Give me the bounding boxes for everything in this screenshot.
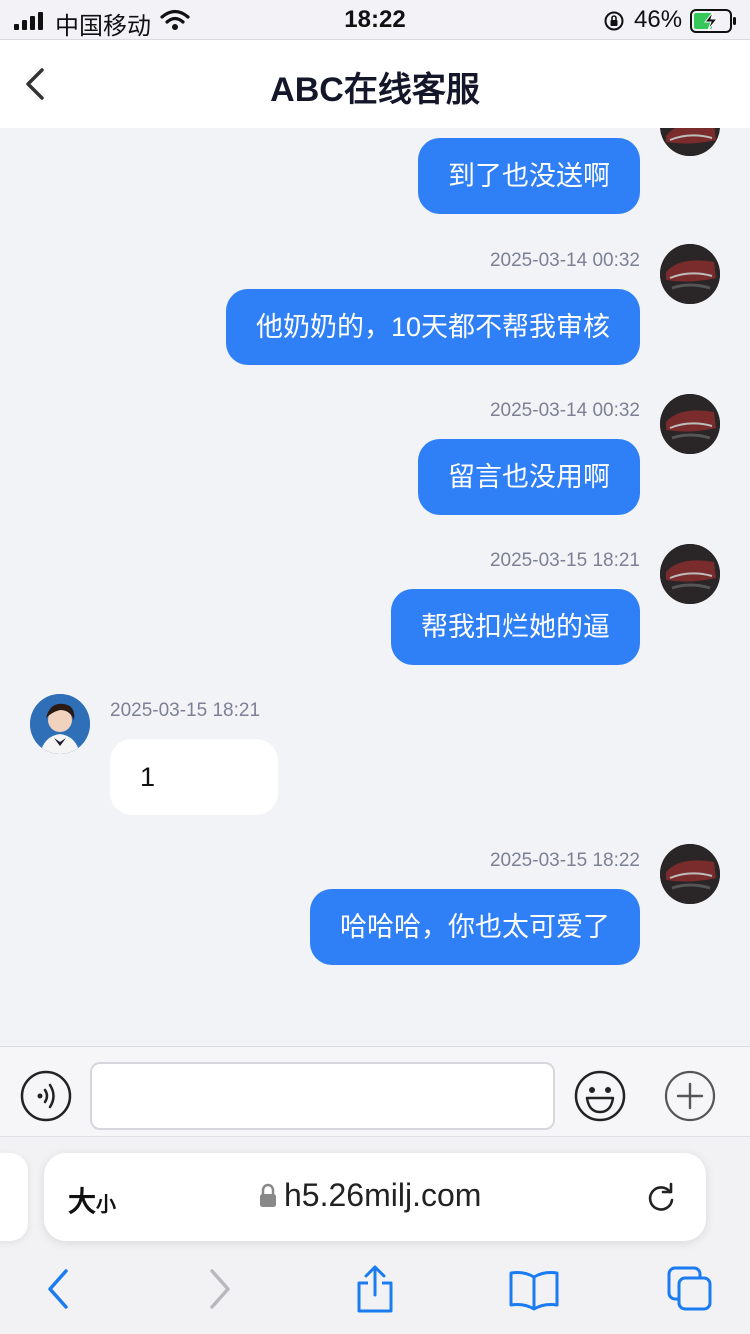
emoji-icon[interactable] xyxy=(574,1070,626,1122)
bookmarks-icon[interactable] xyxy=(508,1269,560,1311)
rotation-lock-icon xyxy=(604,11,624,31)
message-timestamp: 2025-03-15 18:22 xyxy=(489,850,640,871)
message-text-input[interactable] xyxy=(90,1062,555,1130)
padlock-icon xyxy=(260,1183,276,1207)
page-title: ABC在线客服 xyxy=(270,71,480,109)
outgoing-message-bubble[interactable]: 到了也没送啊 xyxy=(418,138,640,214)
user-avatar[interactable] xyxy=(660,544,720,604)
outgoing-message-bubble[interactable]: 他奶奶的，10天都不帮我审核 xyxy=(225,289,640,365)
battery-charging-icon xyxy=(690,9,736,33)
message-timestamp: 2025-03-15 18:21 xyxy=(489,550,640,571)
status-bar: 中国移动 18:22 46% xyxy=(0,0,750,40)
tabs-icon[interactable] xyxy=(666,1265,714,1313)
text-size-label-small: 小 xyxy=(96,1194,117,1216)
browser-forward-icon[interactable] xyxy=(204,1267,236,1311)
address-bar[interactable]: 大小 h5.26milj.com xyxy=(44,1153,706,1241)
message-timestamp: 2025-03-14 00:32 xyxy=(489,400,640,421)
previous-tab-preview[interactable] xyxy=(0,1153,28,1241)
browser-chrome: 大小 h5.26milj.com xyxy=(0,1136,750,1334)
outgoing-message-bubble[interactable]: 帮我扣烂她的逼 xyxy=(391,589,640,665)
voice-input-icon[interactable] xyxy=(20,1070,72,1122)
message-timestamp: 2025-03-15 18:21 xyxy=(110,700,261,721)
message-input-bar xyxy=(0,1046,750,1136)
outgoing-message-bubble[interactable]: 留言也没用啊 xyxy=(418,439,640,515)
message-timestamp: 2025-03-14 00:32 xyxy=(489,250,640,271)
user-avatar[interactable] xyxy=(660,244,720,304)
share-icon[interactable] xyxy=(354,1263,396,1315)
incoming-message-bubble[interactable]: 1 xyxy=(110,739,278,815)
browser-back-icon[interactable] xyxy=(42,1267,74,1311)
chat-header: ABC在线客服 xyxy=(0,40,750,128)
address-url: h5.26milj.com xyxy=(284,1177,482,1213)
reload-icon[interactable] xyxy=(644,1180,678,1214)
text-size-label: 大 xyxy=(68,1186,97,1217)
battery-percent: 46% xyxy=(634,6,683,33)
user-avatar[interactable] xyxy=(660,844,720,904)
text-size-button[interactable]: 大小 xyxy=(68,1180,116,1220)
user-avatar[interactable] xyxy=(660,128,720,156)
user-avatar[interactable] xyxy=(660,394,720,454)
add-attachment-icon[interactable] xyxy=(664,1070,716,1122)
agent-avatar[interactable] xyxy=(30,694,90,754)
chat-message-list[interactable]: 到了也没送啊 2025-03-14 00:32 他奶奶的，10天都不帮我审核 2… xyxy=(0,128,750,1046)
outgoing-message-bubble[interactable]: 哈哈哈，你也太可爱了 xyxy=(310,889,640,965)
